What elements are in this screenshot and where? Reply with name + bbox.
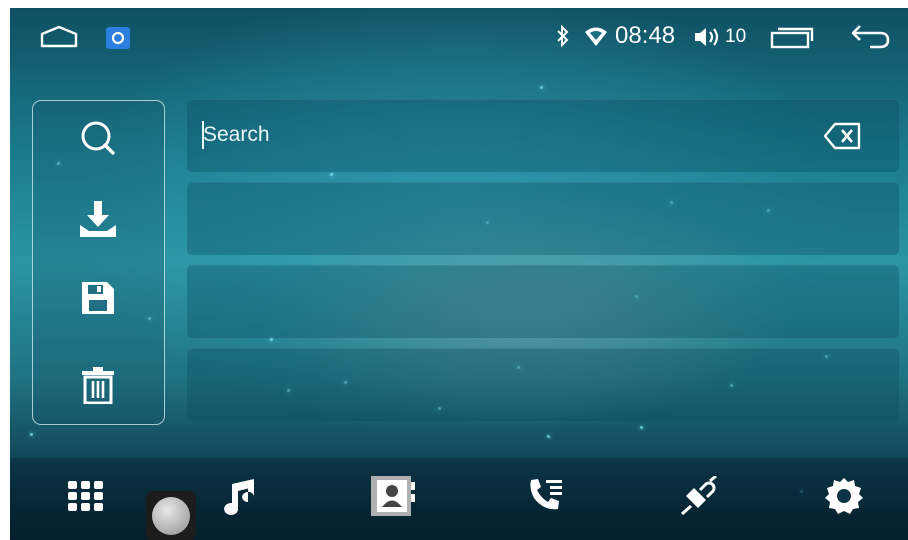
- app-notification-icon: [105, 26, 131, 55]
- contacts-icon: [369, 474, 415, 523]
- delete-button[interactable]: [33, 357, 163, 417]
- wifi-icon: [584, 26, 608, 53]
- contacts-button[interactable]: [352, 468, 432, 528]
- particle: [330, 173, 333, 176]
- dialpad-button[interactable]: [46, 468, 126, 528]
- call-log-button[interactable]: [506, 468, 586, 528]
- search-input[interactable]: [203, 117, 763, 153]
- download-icon: [77, 199, 119, 244]
- volume-level: 10: [725, 26, 747, 47]
- save-icon: [80, 280, 116, 321]
- screen: 08:48 10: [10, 8, 908, 540]
- home-icon[interactable]: [40, 24, 78, 53]
- particle: [640, 426, 643, 429]
- side-panel: [32, 100, 165, 425]
- bottom-navigation: [10, 458, 908, 540]
- clock: 08:48: [615, 22, 676, 49]
- search-icon: [78, 118, 118, 163]
- settings-button[interactable]: [804, 468, 884, 528]
- particle: [30, 433, 33, 436]
- particle: [547, 435, 550, 438]
- link-icon: [676, 474, 720, 521]
- list-item[interactable]: [187, 182, 899, 255]
- music-icon: [219, 476, 257, 521]
- settings-icon: [824, 476, 864, 521]
- speaker-icon: [693, 24, 725, 55]
- particle: [540, 86, 543, 89]
- call-log-icon: [526, 476, 566, 521]
- search-bar: [187, 99, 899, 172]
- clear-input-button[interactable]: [823, 121, 863, 156]
- list-item[interactable]: [187, 265, 899, 338]
- search-button[interactable]: [33, 110, 163, 170]
- dialpad-icon: [67, 480, 105, 517]
- delete-icon: [81, 366, 115, 409]
- list-item[interactable]: [187, 348, 899, 421]
- back-icon[interactable]: [850, 22, 892, 55]
- save-button[interactable]: [33, 270, 163, 330]
- status-bar: 08:48 10: [10, 8, 908, 64]
- music-button[interactable]: [198, 468, 278, 528]
- text-cursor: [202, 121, 204, 149]
- assistive-touch-button[interactable]: [146, 491, 196, 540]
- particle: [270, 338, 273, 341]
- assistive-touch-icon: [152, 496, 190, 535]
- bluetooth-icon: [555, 24, 571, 53]
- phone-link-button[interactable]: [658, 468, 738, 528]
- download-button[interactable]: [33, 191, 163, 251]
- recent-apps-icon[interactable]: [770, 26, 814, 55]
